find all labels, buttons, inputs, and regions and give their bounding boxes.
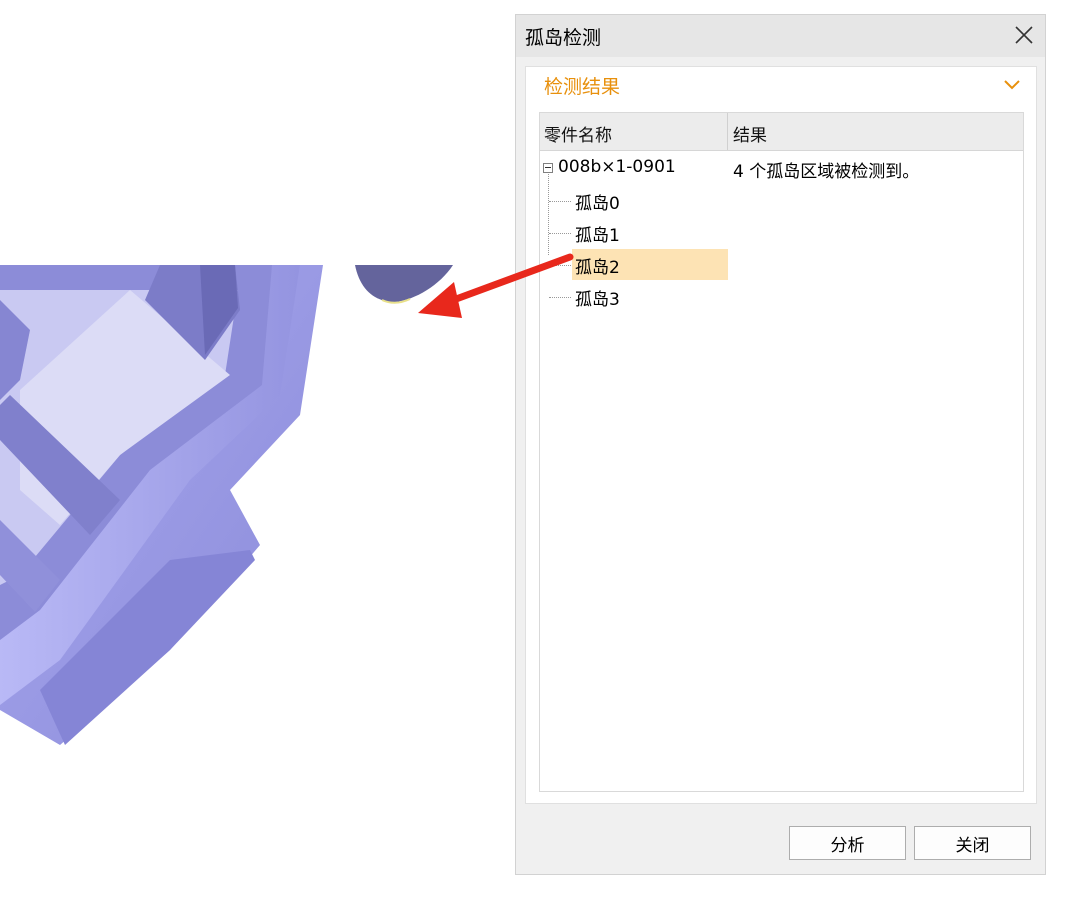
island-name: 孤岛3 [575,290,620,310]
tree-connector [549,233,571,234]
root-part-name: 008b×1-0901 [558,157,676,177]
tree-row-island-selected[interactable]: 孤岛2 [540,249,1023,281]
results-panel: 检测结果 零件名称 结果 008b×1-0901 4 个孤岛区域被检测到。 孤岛… [525,66,1037,804]
island-name: 孤岛2 [575,258,620,278]
tree-connector [549,265,571,266]
dialog-titlebar: 孤岛检测 [516,15,1045,57]
root-result: 4 个孤岛区域被检测到。 [733,162,920,182]
tree-connector [549,201,571,202]
tree-row-island[interactable]: 孤岛0 [540,185,1023,217]
section-title[interactable]: 检测结果 [544,72,620,99]
island-detection-dialog: 孤岛检测 检测结果 零件名称 结果 008b×1-0901 4 个孤岛区域被检测… [515,14,1046,875]
tree-connector [549,297,571,298]
part-model [0,265,453,745]
analyze-button[interactable]: 分析 [789,826,906,860]
tree-row-root[interactable]: 008b×1-0901 4 个孤岛区域被检测到。 [540,153,1023,185]
column-result[interactable]: 结果 [733,121,767,146]
island-name: 孤岛0 [575,194,620,214]
close-button[interactable]: 关闭 [914,826,1031,860]
3d-viewport[interactable] [0,0,515,899]
column-divider[interactable] [727,113,728,150]
column-part-name[interactable]: 零件名称 [544,121,612,146]
dialog-title: 孤岛检测 [525,27,602,49]
collapse-toggle-icon[interactable] [543,163,553,173]
tree-header: 零件名称 结果 [540,113,1023,151]
results-tree[interactable]: 零件名称 结果 008b×1-0901 4 个孤岛区域被检测到。 孤岛0 孤岛1 [539,112,1024,792]
island-name: 孤岛1 [575,226,620,246]
chevron-down-icon[interactable] [1000,73,1024,97]
close-icon[interactable] [1011,21,1037,49]
tree-row-island[interactable]: 孤岛3 [540,281,1023,313]
tree-row-island[interactable]: 孤岛1 [540,217,1023,249]
